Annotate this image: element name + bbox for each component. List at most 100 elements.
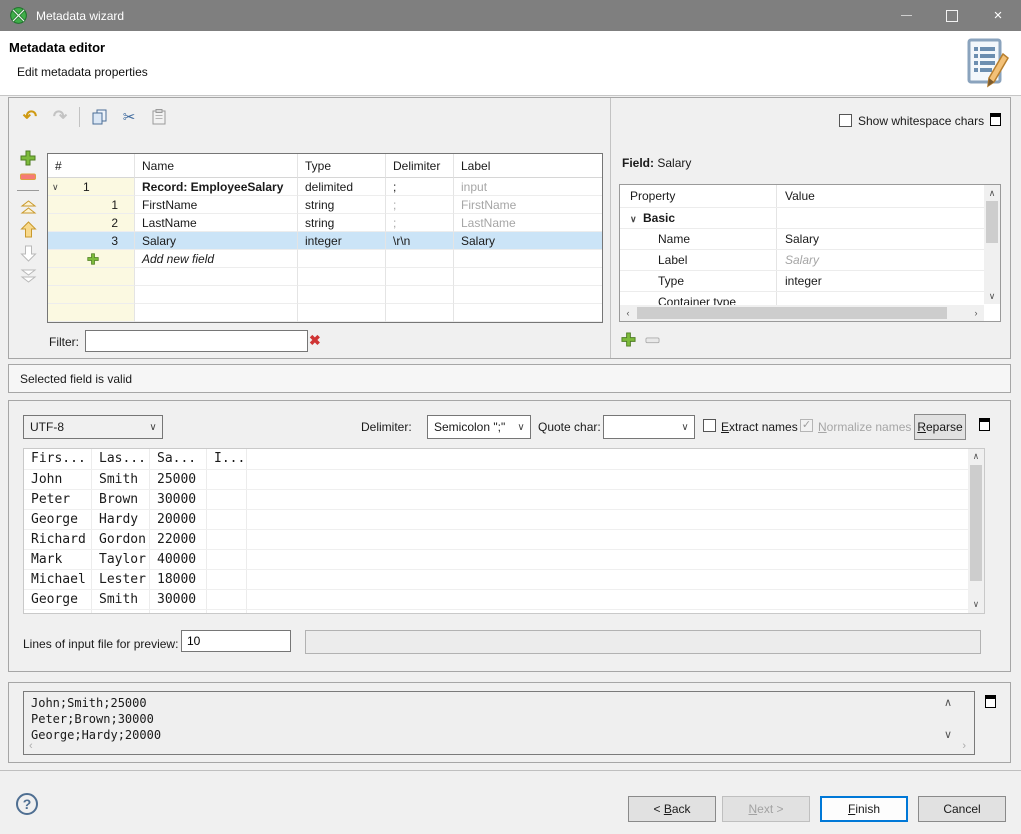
field-type-cell[interactable]: string: [298, 196, 386, 214]
property-row-name[interactable]: Name Salary: [620, 229, 1000, 250]
add-field-button[interactable]: [20, 150, 36, 166]
field-row-firstname[interactable]: 1 FirstName string ; FirstName: [48, 196, 602, 214]
preview-row-partial[interactable]: AlbertDawson20000: [24, 610, 984, 614]
view-menu-icon[interactable]: [985, 695, 996, 708]
view-menu-icon[interactable]: [979, 418, 990, 431]
preview-row[interactable]: GeorgeSmith30000: [24, 590, 984, 610]
title-bar[interactable]: Metadata wizard ×: [0, 0, 1021, 31]
preview-row[interactable]: RichardGordon22000: [24, 530, 984, 550]
remove-property-button[interactable]: [645, 337, 660, 344]
scroll-right-icon[interactable]: ›: [968, 305, 984, 321]
col-header-delimiter[interactable]: Delimiter: [386, 154, 454, 178]
col-header-label[interactable]: Label: [454, 154, 602, 178]
record-expander-icon[interactable]: ∨: [52, 178, 65, 196]
preview-row[interactable]: MarkTaylor40000: [24, 550, 984, 570]
col-header-id[interactable]: I...: [207, 449, 247, 469]
scroll-down-icon[interactable]: ∨: [944, 728, 952, 741]
filter-input[interactable]: [85, 330, 308, 352]
add-new-field-label[interactable]: Add new field: [135, 250, 298, 268]
scroll-thumb[interactable]: [970, 465, 982, 581]
preview-row[interactable]: MichaelLester18000: [24, 570, 984, 590]
maximize-button[interactable]: [929, 0, 975, 31]
paste-button[interactable]: [148, 106, 170, 128]
record-row[interactable]: ∨1 Record: EmployeeSalary delimited ; in…: [48, 178, 602, 196]
scroll-left-icon[interactable]: ‹: [29, 740, 33, 752]
record-delimiter-cell[interactable]: ;: [386, 178, 454, 196]
property-table-vscrollbar[interactable]: ∧ ∨: [984, 185, 1000, 304]
quote-char-select[interactable]: ∨: [603, 415, 695, 439]
col-header-property[interactable]: Property: [620, 185, 777, 207]
scroll-right-icon[interactable]: ›: [962, 740, 966, 752]
col-header-lastname[interactable]: Las...: [92, 449, 150, 469]
add-new-field-row[interactable]: Add new field: [48, 250, 602, 268]
field-delimiter-cell[interactable]: ;: [386, 196, 454, 214]
record-name-cell[interactable]: Record: EmployeeSalary: [135, 178, 298, 196]
reparse-button[interactable]: Reparse: [914, 414, 966, 440]
preview-row[interactable]: JohnSmith25000: [24, 470, 984, 490]
move-top-button[interactable]: [20, 200, 37, 214]
cut-button[interactable]: ✂: [118, 106, 140, 128]
add-property-button[interactable]: [621, 332, 636, 347]
col-header-type[interactable]: Type: [298, 154, 386, 178]
col-header-firstname[interactable]: Firs...: [24, 449, 92, 469]
preview-row[interactable]: GeorgeHardy20000: [24, 510, 984, 530]
preview-grid-vscrollbar[interactable]: ∧ ∨: [968, 449, 984, 613]
field-label-cell[interactable]: LastName: [454, 214, 602, 232]
scroll-down-icon[interactable]: ∨: [984, 288, 1000, 304]
field-name-cell[interactable]: Salary: [135, 232, 298, 250]
move-bottom-button[interactable]: [20, 269, 37, 283]
scroll-down-icon[interactable]: ∨: [968, 597, 984, 613]
field-type-cell[interactable]: integer: [298, 232, 386, 250]
undo-button[interactable]: ↶: [19, 106, 41, 128]
scroll-up-icon[interactable]: ∧: [968, 449, 984, 465]
field-row-lastname[interactable]: 2 LastName string ; LastName: [48, 214, 602, 232]
group-expander-icon[interactable]: ∨: [630, 209, 643, 229]
scroll-left-icon[interactable]: ‹: [620, 305, 636, 321]
property-row-type[interactable]: Type integer: [620, 271, 1000, 292]
remove-field-button[interactable]: [20, 173, 36, 181]
property-group-basic[interactable]: ∨Basic: [620, 208, 1000, 229]
field-label-cell[interactable]: FirstName: [454, 196, 602, 214]
scroll-thumb[interactable]: [986, 201, 998, 243]
field-label-cell[interactable]: Salary: [454, 232, 602, 250]
property-row-label[interactable]: Label Salary: [620, 250, 1000, 271]
raw-data-textarea[interactable]: John;Smith;25000 Peter;Brown;30000 Georg…: [23, 691, 975, 755]
field-name-cell[interactable]: LastName: [135, 214, 298, 232]
copy-button[interactable]: [88, 106, 110, 128]
close-button[interactable]: ×: [975, 0, 1021, 31]
field-delimiter-cell[interactable]: \r\n: [386, 232, 454, 250]
preview-row[interactable]: PeterBrown30000: [24, 490, 984, 510]
scroll-thumb[interactable]: [637, 307, 947, 319]
finish-button[interactable]: Finish: [820, 796, 908, 822]
redo-button[interactable]: ↷: [49, 106, 71, 128]
col-header-name[interactable]: Name: [135, 154, 298, 178]
field-name-cell[interactable]: FirstName: [135, 196, 298, 214]
field-row-salary-selected[interactable]: 3 Salary integer \r\n Salary: [48, 232, 602, 250]
encoding-select[interactable]: UTF-8 ∨: [23, 415, 163, 439]
col-header-salary[interactable]: Sa...: [150, 449, 207, 469]
extract-names-checkbox[interactable]: [703, 419, 716, 432]
back-button[interactable]: < Back: [628, 796, 716, 822]
field-type-cell[interactable]: string: [298, 214, 386, 232]
col-header-value[interactable]: Value: [777, 185, 1000, 207]
record-label-cell[interactable]: input: [454, 178, 602, 196]
show-whitespace-checkbox[interactable]: [839, 114, 852, 127]
property-table-hscrollbar[interactable]: ‹ ›: [620, 305, 984, 321]
move-down-button[interactable]: [20, 245, 37, 262]
scroll-up-icon[interactable]: ∧: [944, 696, 952, 709]
help-button[interactable]: ?: [16, 793, 38, 815]
minimize-button[interactable]: [883, 0, 929, 31]
scroll-up-icon[interactable]: ∧: [984, 185, 1000, 201]
property-value[interactable]: Salary: [777, 229, 1000, 249]
property-value[interactable]: integer: [777, 271, 1000, 291]
delimiter-select[interactable]: Semicolon ";" ∨: [427, 415, 531, 439]
preview-lines-input[interactable]: [181, 630, 291, 652]
col-header-num[interactable]: #: [48, 154, 135, 178]
move-up-button[interactable]: [20, 221, 37, 238]
view-menu-icon[interactable]: [990, 113, 1001, 126]
field-delimiter-cell[interactable]: ;: [386, 214, 454, 232]
record-type-cell[interactable]: delimited: [298, 178, 386, 196]
cancel-button[interactable]: Cancel: [918, 796, 1006, 822]
property-value[interactable]: Salary: [777, 250, 1000, 270]
clear-filter-icon[interactable]: ✖: [309, 332, 321, 349]
